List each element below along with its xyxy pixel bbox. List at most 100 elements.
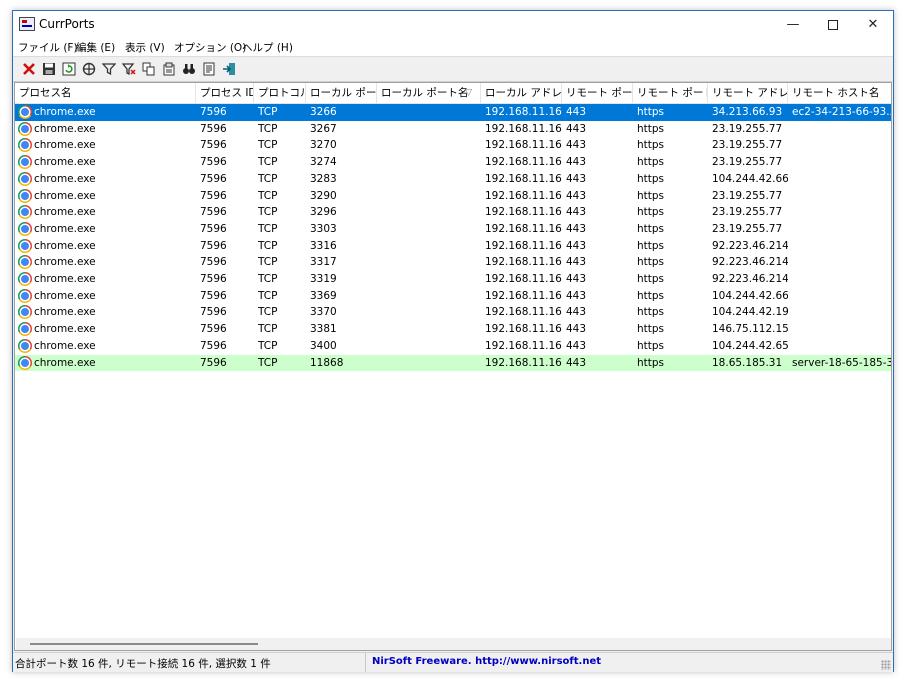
cell-remote-address: 104.244.42.66 <box>712 172 788 185</box>
cell-remote-port: 443 <box>566 306 587 319</box>
table-row[interactable]: chrome.exe 7596 TCP 11868 192.168.11.16 443 ht… <box>15 354 891 372</box>
report-icon <box>163 62 175 76</box>
resize-grip[interactable] <box>881 660 891 670</box>
horizontal-scrollbar-thumb[interactable] <box>30 643 258 645</box>
cell-remote-port: 443 <box>566 139 587 152</box>
table-row[interactable]: chrome.exe 7596 TCP 3296 192.168.11.16 443 htt… <box>15 204 891 221</box>
cell-local-address: 192.168.11.16 <box>485 122 562 135</box>
close-connection-icon <box>23 63 35 75</box>
cell-remote-address: 104.244.42.65 <box>712 339 788 352</box>
cell-remote-port: 443 <box>566 222 587 235</box>
refresh-button[interactable] <box>61 61 77 77</box>
cell-remote-port: 443 <box>566 356 587 369</box>
column-header-local-port[interactable]: ローカル ポート <box>306 83 377 103</box>
menu-file[interactable]: ファイル (F) <box>18 40 78 55</box>
cell-remote-address: 92.223.46.214 <box>712 273 788 285</box>
cell-local-port: 3283 <box>310 172 337 185</box>
find-button[interactable] <box>181 61 197 77</box>
minimize-icon: — <box>786 17 800 32</box>
column-header-local-address[interactable]: ローカル アドレス <box>481 83 562 103</box>
cell-process-id: 7596 <box>200 323 227 336</box>
table-row[interactable]: chrome.exe 7596 TCP 3266 192.168.11.16 443 htt… <box>15 104 891 121</box>
column-header-remote-port[interactable]: リモート ポート <box>562 83 633 103</box>
cell-local-port-name <box>377 238 481 255</box>
cell-remote-host-name: ec2-34-213-66-93.... <box>792 106 892 118</box>
cell-protocol: TCP <box>258 273 278 285</box>
cell-process-name: chrome.exe <box>34 106 96 118</box>
cell-process-id: 7596 <box>200 239 227 252</box>
cell-remote-address: 146.75.112.159 <box>712 323 788 336</box>
column-header-protocol[interactable]: プロトコル <box>254 83 306 103</box>
chrome-icon <box>18 272 32 286</box>
cell-process-id: 7596 <box>200 273 227 285</box>
cell-local-address: 192.168.11.16 <box>485 156 562 169</box>
table-row[interactable]: chrome.exe 7596 TCP 3270 192.168.11.16 443 htt… <box>15 137 891 154</box>
table-row[interactable]: chrome.exe 7596 TCP 3381 192.168.11.16 443 htt… <box>15 321 891 338</box>
cell-local-address: 192.168.11.16 <box>485 239 562 252</box>
filter-button[interactable] <box>101 61 117 77</box>
cell-remote-port: 443 <box>566 256 587 269</box>
status-bar: 合計ポート数 16 件, リモート接続 16 件, 選択数 1 件 NirSof… <box>13 652 893 672</box>
minimize-button[interactable]: — <box>773 11 813 38</box>
table-row[interactable]: chrome.exe 7596 TCP 3274 192.168.11.16 443 htt… <box>15 154 891 171</box>
cell-local-address: 192.168.11.16 <box>485 256 562 269</box>
menu-help[interactable]: ヘルプ (H) <box>242 40 293 55</box>
copy-button[interactable] <box>141 61 157 77</box>
cell-local-port-name <box>377 137 481 154</box>
column-header-remote-port-name[interactable]: リモート ポート名 <box>633 83 708 103</box>
cell-local-address: 192.168.11.16 <box>485 289 562 302</box>
cell-protocol: TCP <box>258 206 278 219</box>
close-button[interactable]: ✕ <box>853 11 893 38</box>
cell-process-id: 7596 <box>200 156 227 169</box>
table-row[interactable]: chrome.exe 7596 TCP 3400 192.168.11.16 443 htt… <box>15 338 891 355</box>
column-header-remote-host-name[interactable]: リモート ホスト名 <box>788 83 891 103</box>
table-row[interactable]: chrome.exe 7596 TCP 3369 192.168.11.16 443 htt… <box>15 288 891 305</box>
nirsoft-link[interactable]: NirSoft Freeware. http://www.nirsoft.net <box>372 656 601 667</box>
cell-process-name: chrome.exe <box>34 172 96 185</box>
chrome-icon <box>18 138 32 153</box>
cell-process-name: chrome.exe <box>34 189 96 202</box>
cell-remote-port-name: https <box>637 122 665 135</box>
column-header-local-port-name[interactable]: ローカル ポート名 ▽ <box>377 83 481 103</box>
menu-bar: ファイル (F) 編集 (E) 表示 (V) オプション (O) ヘルプ (H) <box>13 38 893 57</box>
table-row[interactable]: chrome.exe 7596 TCP 3319 192.168.11.16 443 htt… <box>15 271 891 288</box>
cell-remote-host-name <box>788 271 891 288</box>
cell-protocol: TCP <box>258 139 278 152</box>
table-row[interactable]: chrome.exe 7596 TCP 3303 192.168.11.16 443 htt… <box>15 221 891 238</box>
cell-process-name: chrome.exe <box>34 156 96 169</box>
menu-view[interactable]: 表示 (V) <box>125 40 165 55</box>
save-button[interactable] <box>41 61 57 77</box>
sort-arrow-icon: ▽ <box>465 88 472 98</box>
cell-remote-port-name: https <box>637 356 665 369</box>
cell-remote-host-name <box>788 238 891 255</box>
cell-local-port-name <box>377 288 481 305</box>
cell-remote-host-name <box>788 121 891 138</box>
table-row[interactable]: chrome.exe 7596 TCP 3290 192.168.11.16 443 htt… <box>15 188 891 205</box>
table-row[interactable]: chrome.exe 7596 TCP 3267 192.168.11.16 443 htt… <box>15 121 891 138</box>
chrome-icon <box>18 155 32 170</box>
column-header-remote-address[interactable]: リモート アドレス <box>708 83 788 103</box>
table-row[interactable]: chrome.exe 7596 TCP 3370 192.168.11.16 443 htt… <box>15 304 891 321</box>
maximize-button[interactable] <box>813 11 853 38</box>
table-row[interactable]: chrome.exe 7596 TCP 3316 192.168.11.16 443 htt… <box>15 238 891 255</box>
cell-process-id: 7596 <box>200 139 227 152</box>
menu-options[interactable]: オプション (O) <box>174 40 246 55</box>
menu-edit[interactable]: 編集 (E) <box>76 40 115 55</box>
cell-local-port: 3270 <box>310 139 337 152</box>
table-row[interactable]: chrome.exe 7596 TCP 3317 192.168.11.16 443 htt… <box>15 254 891 271</box>
html-report-button[interactable] <box>201 61 217 77</box>
cell-remote-port-name: https <box>637 156 665 169</box>
filter-clear-button[interactable] <box>121 61 137 77</box>
cell-process-id: 7596 <box>200 356 227 369</box>
properties-button[interactable] <box>81 61 97 77</box>
cell-remote-port: 443 <box>566 189 587 202</box>
column-header-process-name[interactable]: プロセス名 <box>15 83 196 103</box>
cell-process-id: 7596 <box>200 306 227 319</box>
column-header-process-id[interactable]: プロセス ID <box>196 83 254 103</box>
table-row[interactable]: chrome.exe 7596 TCP 3283 192.168.11.16 443 htt… <box>15 171 891 188</box>
exit-button[interactable] <box>221 61 237 77</box>
horizontal-scrollbar[interactable] <box>16 638 891 650</box>
report-button[interactable] <box>161 61 177 77</box>
close-connection-button[interactable] <box>21 61 37 77</box>
connections-list[interactable]: プロセス名 プロセス ID プロトコル ローカル ポート ローカル ポート名 ▽… <box>14 82 892 651</box>
